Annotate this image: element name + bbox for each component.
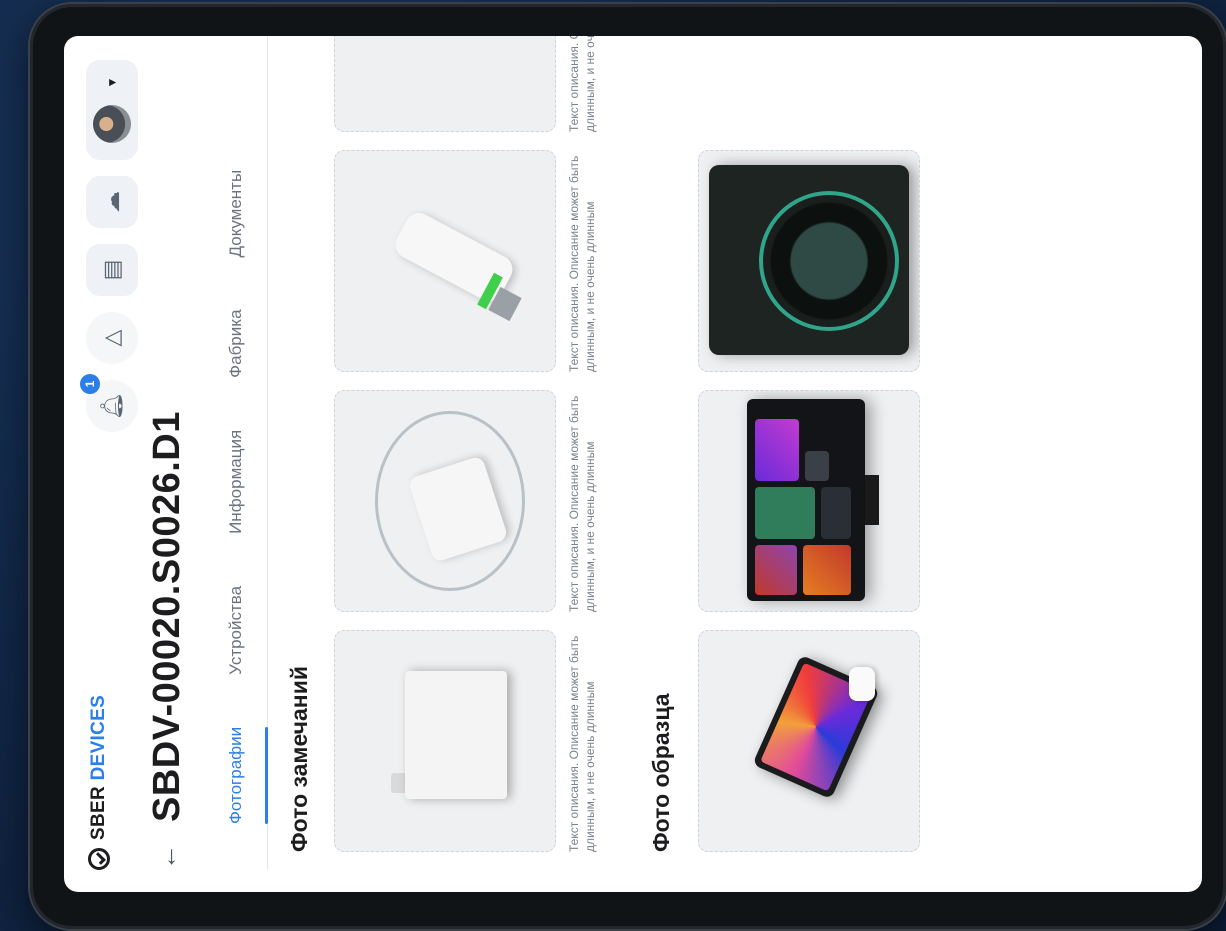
notifications-button[interactable]: 🔔︎ 1 [80,374,138,432]
tab-factory[interactable]: Фабрика [222,309,267,377]
tab-devices[interactable]: Устройства [222,586,267,675]
photo-thumbnail[interactable] [698,390,920,612]
brand-part1: SBER [88,786,109,840]
tab-photos[interactable]: Фотографии [222,727,267,824]
brand-part2: DEVICES [88,694,109,781]
page-title: SBDV-00020.S0026.D1 [146,411,188,822]
brand-name: SBER DEVICES [88,695,110,840]
photo-description: Текст описания. Описание может быть длин… [567,395,597,612]
title-row: ← SBDV-00020.S0026.D1 [146,411,189,870]
alert-triangle-icon: △ [99,329,124,347]
sample-grid [698,150,920,852]
document-icon: ▤ [99,259,124,281]
photo-thumbnail[interactable] [334,150,556,372]
photo-description: Текст описания. Описание может быть длин… [567,36,597,132]
photo-card[interactable]: Текст описания. Описание может быть длин… [334,630,598,852]
photo-card[interactable] [698,390,920,612]
photo-thumbnail[interactable] [698,150,920,372]
app-screen: SBER DEVICES 🔔︎ 1 △ ▤ ☁︎ ▼ ← SBDV-00020.… [64,36,1202,892]
documents-button[interactable]: ▤ [86,244,138,296]
sber-logo-icon [88,848,110,870]
tab-documents[interactable]: Документы [222,170,267,258]
rotated-viewport: SBER DEVICES 🔔︎ 1 △ ▤ ☁︎ ▼ ← SBDV-00020.… [64,36,1202,892]
photo-thumbnail[interactable] [334,390,556,612]
alerts-button[interactable]: △ [86,312,138,364]
user-menu[interactable]: ▼ [86,60,138,160]
notification-badge: 1 [80,374,100,394]
brand-logo[interactable]: SBER DEVICES [88,695,110,870]
arrow-left-icon[interactable]: ← [152,844,183,870]
photo-card[interactable] [698,150,920,372]
photo-thumbnail[interactable] [334,36,556,132]
photo-thumbnail[interactable] [334,630,556,852]
photo-card[interactable]: Текст описания. Описание может быть длин… [334,390,598,612]
sync-button[interactable]: ☁︎ [86,176,138,228]
photo-description: Текст описания. Описание может быть длин… [567,635,597,852]
bell-icon: 🔔︎ [99,392,124,420]
defects-grid: Текст описания. Описание может быть длин… [334,36,598,852]
tab-bar: Фотографии Устройства Информация Фабрика… [222,36,268,870]
photo-card[interactable]: Текст описания. Описание может быть длин… [334,36,598,132]
section-title-defects: Фото замечаний [286,666,312,852]
photo-thumbnail[interactable] [698,630,920,852]
photo-card[interactable]: Текст описания. Описание может быть длин… [334,150,598,372]
avatar [93,105,131,144]
photo-description: Текст описания. Описание может быть длин… [567,155,597,372]
tab-information[interactable]: Информация [222,430,267,534]
photo-card[interactable] [698,630,920,852]
top-actions: 🔔︎ 1 △ ▤ ☁︎ ▼ [80,60,138,432]
cloud-sync-icon: ☁︎ [99,191,124,213]
chevron-down-icon: ▼ [105,76,119,89]
section-title-sample: Фото образца [648,693,674,852]
